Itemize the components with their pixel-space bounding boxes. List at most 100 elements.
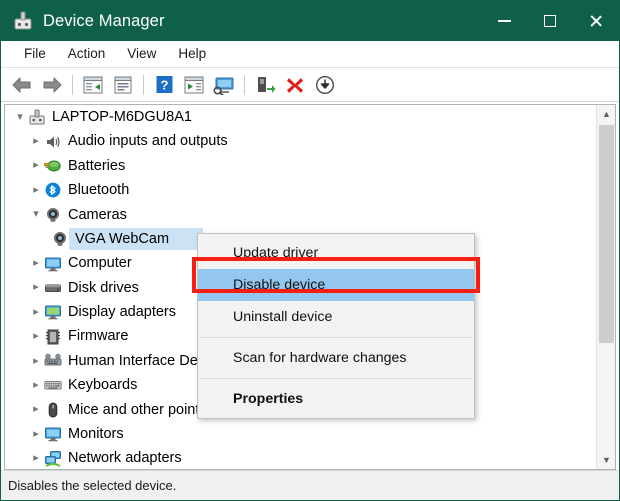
disable-device-icon [315,75,335,94]
scan-view-button[interactable] [209,71,239,99]
chevron-right-icon[interactable]: ▸ [28,329,44,345]
tree-node-label: Keyboards [68,377,138,394]
tree-node-label: Batteries [68,157,126,174]
menu-file[interactable]: File [13,44,57,64]
scroll-up-icon[interactable]: ▲ [597,105,615,123]
update-driver-software-button[interactable] [179,71,209,99]
chevron-right-icon[interactable]: ▸ [28,426,44,442]
camera-icon [51,230,69,248]
monitor-icon [44,255,62,273]
device-manager-icon [12,10,34,32]
tree-node-label: Display adapters [68,304,176,321]
chevron-right-icon[interactable]: ▸ [28,134,44,150]
tree-node-audio-inputs-and-outputs[interactable]: ▸ Audio inputs and outputs [5,129,597,153]
chevron-right-icon[interactable]: ▸ [28,280,44,296]
svg-text:?: ? [160,77,168,92]
chevron-right-icon[interactable]: ▸ [28,158,44,174]
tree-node-label: Firmware [68,328,129,345]
show-hide-console-tree-icon [83,76,103,93]
disk-drive-icon [44,279,62,297]
camera-icon [44,206,62,224]
tree-node-monitors[interactable]: ▸ Monitors [5,422,597,446]
chevron-right-icon[interactable]: ▸ [28,402,44,418]
battery-icon [44,157,62,175]
close-icon [589,14,603,28]
toolbar-separator [143,74,144,95]
title-bar[interactable]: Device Manager [1,1,619,41]
menu-view[interactable]: View [116,44,167,64]
keyboard-icon [44,376,62,394]
forward-button[interactable] [37,71,67,99]
properties-button[interactable] [108,71,138,99]
help-button[interactable]: ? [149,71,179,99]
tree-node-root[interactable]: ▾ LAPTOP-M6DGU8A1 [5,105,597,129]
vertical-scrollbar[interactable]: ▲ ▼ [596,105,615,469]
context-menu-item-properties[interactable]: Properties [198,383,474,415]
tree-node-label: Bluetooth [68,182,130,199]
bluetooth-icon [44,181,62,199]
scroll-down-icon[interactable]: ▼ [597,451,615,469]
maximize-icon [544,15,556,27]
properties-icon [114,76,132,93]
window-title: Device Manager [43,11,165,30]
tree-node-label: Disk drives [68,279,139,296]
network-adapter-icon [44,450,62,468]
chevron-right-icon[interactable]: ▸ [28,304,44,320]
chevron-down-icon[interactable]: ▾ [28,207,44,223]
tree-node-label: LAPTOP-M6DGU8A1 [52,108,192,125]
back-icon [12,77,31,92]
device-manager-window: Device Manager File Action View Help ? ▾… [0,0,620,501]
minimize-icon [497,20,511,22]
chevron-right-icon[interactable]: ▸ [28,256,44,272]
context-menu: Update driver Disable device Uninstall d… [197,233,475,419]
window-controls [481,1,619,41]
chevron-right-icon[interactable]: ▸ [28,451,44,467]
tree-node-label: Computer [68,255,132,272]
tree-node-label: Audio inputs and outputs [68,133,228,150]
minimize-button[interactable] [481,1,527,41]
scan-for-hardware-changes-icon [258,76,276,93]
toolbar-separator [244,74,245,95]
uninstall-device-button[interactable] [280,71,310,99]
maximize-button[interactable] [527,1,573,41]
context-menu-separator [200,337,472,338]
status-bar: Disables the selected device. [1,470,619,500]
firmware-icon [44,328,62,346]
tree-node-label: VGA WebCam [75,230,170,247]
scan-for-hardware-changes-button[interactable] [250,71,280,99]
display-adapter-icon [44,303,62,321]
tree-node-label: Network adapters [68,450,182,467]
context-menu-separator [200,378,472,379]
tree-node-cameras[interactable]: ▾ Cameras [5,203,597,227]
scrollbar-thumb[interactable] [599,125,614,343]
back-button[interactable] [7,71,37,99]
update-driver-software-icon [184,76,204,93]
context-menu-item-update-driver[interactable]: Update driver [198,237,474,269]
tree-node-label: Cameras [68,206,127,223]
context-menu-item-uninstall-device[interactable]: Uninstall device [198,301,474,333]
computer-icon [28,108,46,126]
toolbar: ? [1,68,619,102]
context-menu-item-scan-for-hardware-changes[interactable]: Scan for hardware changes [198,342,474,374]
monitor-icon [44,425,62,443]
chevron-down-icon[interactable]: ▾ [12,109,28,125]
menu-help[interactable]: Help [167,44,217,64]
help-icon: ? [156,76,172,93]
status-bar-text: Disables the selected device. [8,478,177,493]
show-hide-console-tree-button[interactable] [78,71,108,99]
close-button[interactable] [573,1,619,41]
menu-bar: File Action View Help [1,41,619,68]
tree-node-label: Monitors [68,426,124,443]
chevron-right-icon[interactable]: ▸ [28,353,44,369]
chevron-right-icon[interactable]: ▸ [28,182,44,198]
tree-node-batteries[interactable]: ▸ Batteries [5,154,597,178]
scan-view-icon [213,77,234,95]
chevron-right-icon[interactable]: ▸ [28,377,44,393]
tree-node-bluetooth[interactable]: ▸ Bluetooth [5,178,597,202]
menu-action[interactable]: Action [57,44,117,64]
mouse-icon [44,401,62,419]
toolbar-separator [72,74,73,95]
context-menu-item-disable-device[interactable]: Disable device [198,269,474,301]
tree-node-network-adapters[interactable]: ▸ Network adapters [5,446,597,469]
disable-device-button[interactable] [310,71,340,99]
